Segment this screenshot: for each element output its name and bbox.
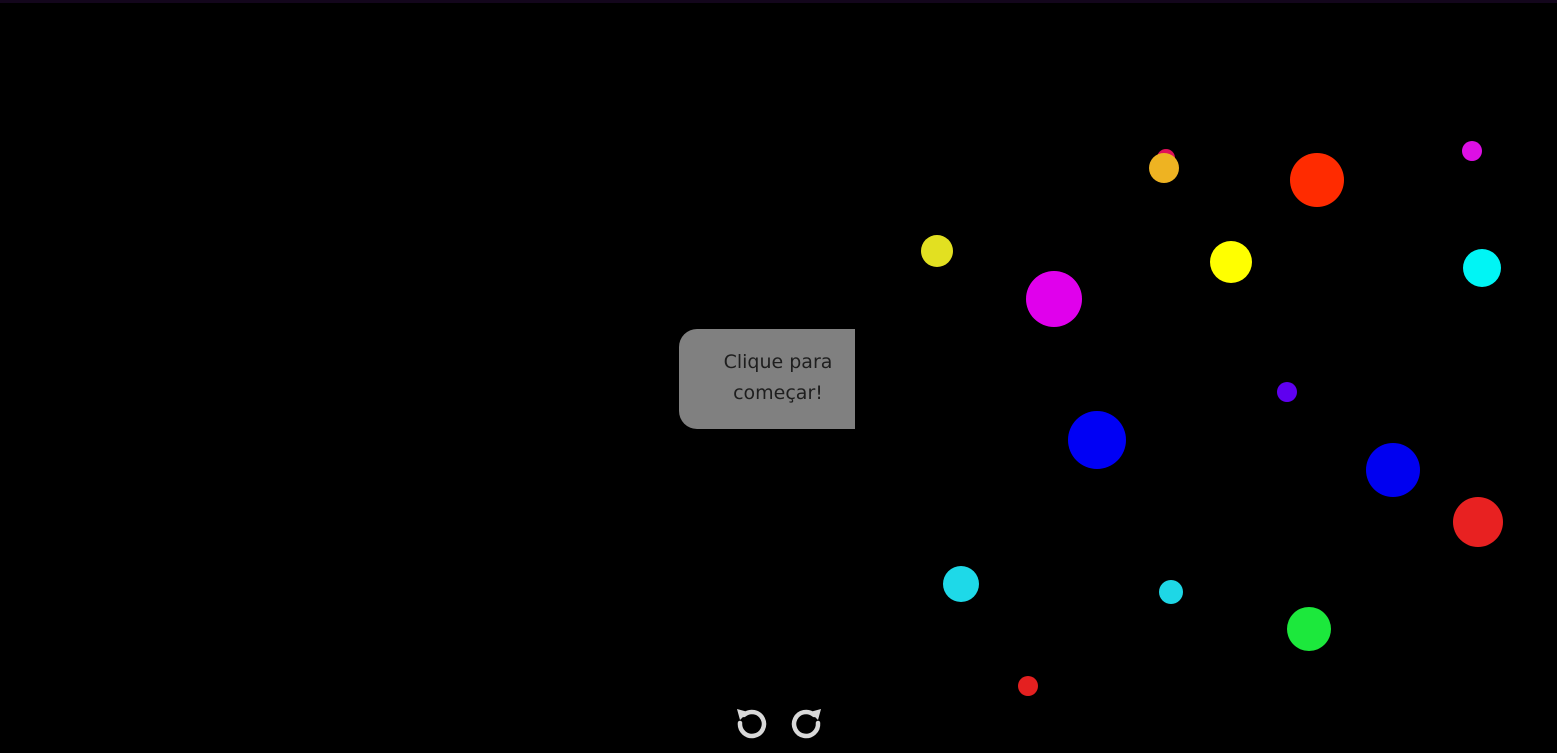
undo-button[interactable] [733,704,771,742]
game-canvas[interactable]: Clique para começar! [0,0,1557,753]
start-button[interactable]: Clique para começar! [679,329,855,429]
start-button-label-line2: começar! [733,382,823,404]
ball [1026,271,1082,327]
start-button-label-line1: Clique para [723,351,833,373]
ball [1149,153,1179,183]
ball [1287,607,1331,651]
ball [1462,141,1482,161]
undo-icon [737,709,767,739]
ball [1453,497,1503,547]
ball [1159,580,1183,604]
ball [1018,676,1038,696]
ball [943,566,979,602]
ball [1068,411,1126,469]
redo-button[interactable] [787,704,825,742]
ball [1277,382,1297,402]
redo-icon [791,709,821,739]
ball [1366,443,1420,497]
ball [921,235,953,267]
history-controls [733,704,825,742]
ball [1290,153,1344,207]
ball [1463,249,1501,287]
ball [1210,241,1252,283]
